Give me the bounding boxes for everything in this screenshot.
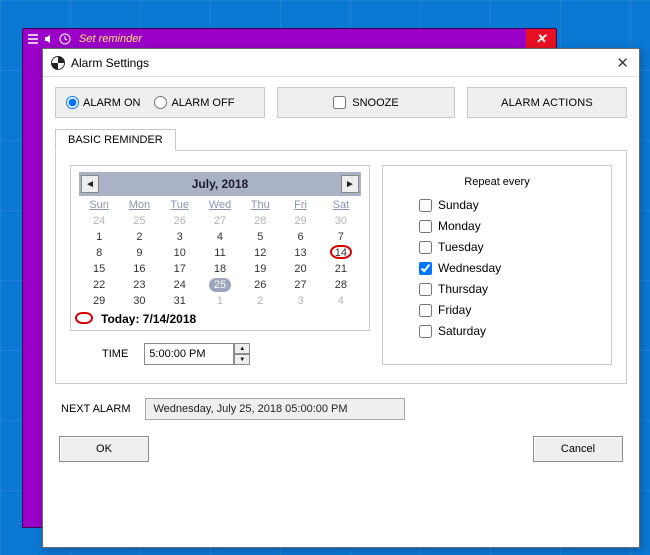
calendar-day[interactable]: 5	[240, 229, 280, 245]
repeat-day-monday[interactable]: Monday	[419, 219, 595, 233]
calendar-day[interactable]: 20	[280, 261, 320, 277]
time-spin-up[interactable]: ▲	[234, 343, 250, 354]
today-circle-icon	[75, 312, 93, 324]
ok-button[interactable]: OK	[59, 436, 149, 462]
calendar-day[interactable]: 23	[119, 277, 159, 293]
calendar-day[interactable]: 18	[200, 261, 240, 277]
set-reminder-title: Set reminder	[75, 33, 526, 45]
repeat-day-tuesday[interactable]: Tuesday	[419, 240, 595, 254]
dialog-title: Alarm Settings	[71, 56, 614, 70]
calendar-day[interactable]: 27	[200, 213, 240, 229]
calendar-day[interactable]: 31	[160, 293, 200, 309]
calendar-day[interactable]: 30	[321, 213, 361, 229]
calendar-day[interactable]: 4	[200, 229, 240, 245]
tab-strip: BASIC REMINDER	[55, 126, 627, 150]
snooze-checkbox[interactable]: SNOOZE	[333, 96, 398, 109]
snooze-group: SNOOZE	[277, 87, 455, 118]
calendar-day[interactable]: 15	[79, 261, 119, 277]
calendar-day[interactable]: 7	[321, 229, 361, 245]
calendar-day[interactable]: 1	[79, 229, 119, 245]
calendar-day[interactable]: 11	[200, 245, 240, 261]
calendar-dow: Wed	[200, 196, 240, 213]
calendar-day[interactable]: 24	[160, 277, 200, 293]
calendar-prev-button[interactable]: ◄	[81, 175, 99, 193]
calendar: ◄ July, 2018 ► SunMonTueWedThuFriSat 242…	[70, 165, 370, 331]
calendar-day[interactable]: 10	[160, 245, 200, 261]
calendar-day[interactable]: 19	[240, 261, 280, 277]
repeat-day-wednesday[interactable]: Wednesday	[419, 261, 595, 275]
dialog-titlebar: Alarm Settings ✕	[43, 49, 639, 77]
calendar-day[interactable]: 24	[79, 213, 119, 229]
calendar-dow: Mon	[119, 196, 159, 213]
calendar-today-row[interactable]: Today: 7/14/2018	[79, 309, 361, 326]
calendar-grid: SunMonTueWedThuFriSat 242526272829301234…	[79, 196, 361, 309]
calendar-day[interactable]: 1	[200, 293, 240, 309]
calendar-day[interactable]: 2	[119, 229, 159, 245]
next-alarm-label: NEXT ALARM	[55, 403, 131, 415]
titlebar-icons	[23, 33, 75, 45]
time-field[interactable]	[144, 343, 234, 365]
calendar-day[interactable]: 26	[240, 277, 280, 293]
close-button[interactable]: ✕	[526, 29, 556, 49]
today-marker-icon	[330, 245, 352, 259]
calendar-dow: Thu	[240, 196, 280, 213]
alarm-off-radio[interactable]: ALARM OFF	[154, 96, 234, 109]
calendar-dow: Sun	[79, 196, 119, 213]
app-icon	[51, 56, 65, 70]
calendar-dow: Tue	[160, 196, 200, 213]
calendar-month-label: July, 2018	[99, 177, 341, 191]
sound-icon	[43, 33, 55, 45]
set-reminder-titlebar: Set reminder ✕	[23, 29, 556, 49]
calendar-day[interactable]: 29	[79, 293, 119, 309]
cancel-button[interactable]: Cancel	[533, 436, 623, 462]
calendar-day[interactable]: 22	[79, 277, 119, 293]
alarm-actions-button[interactable]: ALARM ACTIONS	[467, 87, 627, 118]
repeat-day-saturday[interactable]: Saturday	[419, 324, 595, 338]
dialog-close-button[interactable]: ✕	[614, 54, 631, 72]
clock-icon	[59, 33, 71, 45]
calendar-day[interactable]: 12	[240, 245, 280, 261]
alarm-on-radio[interactable]: ALARM ON	[66, 96, 140, 109]
repeat-group: Repeat every Sunday Monday Tuesday Wednesda…	[382, 165, 612, 365]
calendar-day[interactable]: 6	[280, 229, 320, 245]
calendar-day[interactable]: 27	[280, 277, 320, 293]
alarm-settings-dialog: Alarm Settings ✕ ALARM ON ALARM OFF SNOO…	[42, 48, 640, 548]
next-alarm-field: Wednesday, July 25, 2018 05:00:00 PM	[145, 398, 405, 420]
menu-icon	[27, 33, 39, 45]
calendar-day[interactable]: 28	[321, 277, 361, 293]
calendar-day[interactable]: 25	[200, 277, 240, 293]
calendar-dow: Sat	[321, 196, 361, 213]
tab-panel: ◄ July, 2018 ► SunMonTueWedThuFriSat 242…	[55, 150, 627, 384]
calendar-day[interactable]: 4	[321, 293, 361, 309]
repeat-title: Repeat every	[399, 176, 595, 188]
calendar-day[interactable]: 30	[119, 293, 159, 309]
calendar-day[interactable]: 13	[280, 245, 320, 261]
calendar-day[interactable]: 14	[321, 245, 361, 261]
time-spin-down[interactable]: ▼	[234, 354, 250, 365]
repeat-day-thursday[interactable]: Thursday	[419, 282, 595, 296]
repeat-day-sunday[interactable]: Sunday	[419, 198, 595, 212]
calendar-day[interactable]: 17	[160, 261, 200, 277]
calendar-day[interactable]: 3	[160, 229, 200, 245]
calendar-next-button[interactable]: ►	[341, 175, 359, 193]
calendar-day[interactable]: 26	[160, 213, 200, 229]
calendar-day[interactable]: 16	[119, 261, 159, 277]
tab-basic-reminder[interactable]: BASIC REMINDER	[55, 129, 176, 151]
calendar-day[interactable]: 3	[280, 293, 320, 309]
calendar-day[interactable]: 28	[240, 213, 280, 229]
calendar-day[interactable]: 21	[321, 261, 361, 277]
repeat-day-friday[interactable]: Friday	[419, 303, 595, 317]
calendar-day[interactable]: 8	[79, 245, 119, 261]
time-label: TIME	[102, 348, 128, 360]
calendar-day[interactable]: 25	[119, 213, 159, 229]
calendar-dow: Fri	[280, 196, 320, 213]
calendar-day[interactable]: 9	[119, 245, 159, 261]
calendar-day[interactable]: 29	[280, 213, 320, 229]
alarm-state-group: ALARM ON ALARM OFF	[55, 87, 265, 118]
calendar-day[interactable]: 2	[240, 293, 280, 309]
time-input[interactable]: ▲ ▼	[144, 343, 250, 365]
